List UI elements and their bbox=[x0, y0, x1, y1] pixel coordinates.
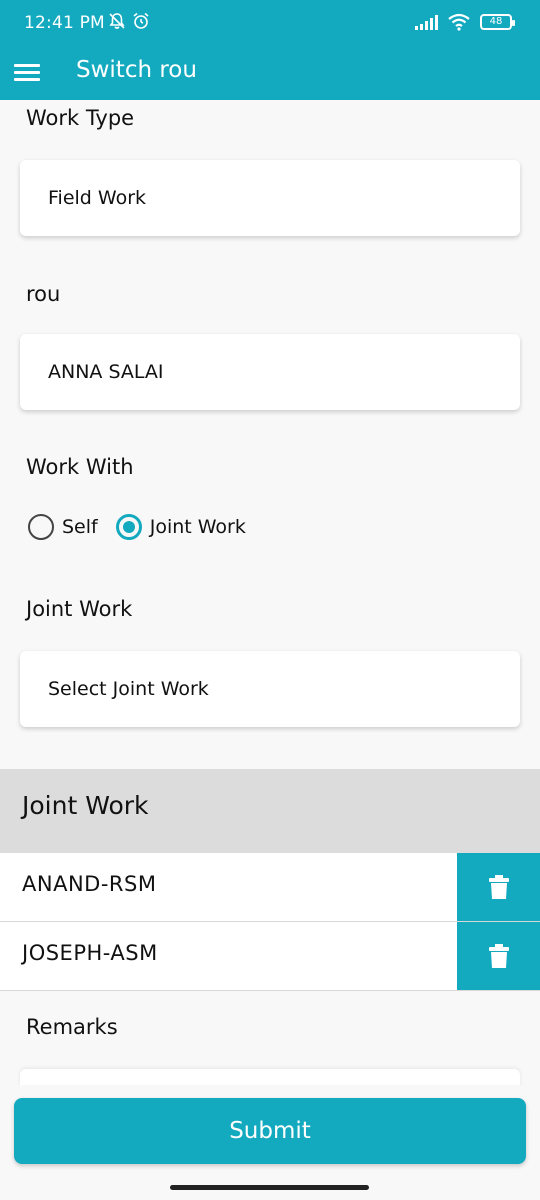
joint-work-name: ANAND-RSM bbox=[22, 872, 157, 896]
joint-work-radio[interactable] bbox=[115, 514, 142, 540]
page-title: Switch rou bbox=[76, 57, 197, 83]
remarks-label: Remarks bbox=[26, 1015, 118, 1039]
work-type-label: Work Type bbox=[26, 106, 135, 130]
trash-icon bbox=[488, 875, 509, 899]
rou-field[interactable]: ANNA SALAI bbox=[20, 334, 520, 410]
submit-button[interactable]: Submit bbox=[14, 1098, 526, 1164]
self-radio-label[interactable]: Self bbox=[62, 516, 98, 538]
status-left-icons bbox=[108, 12, 150, 35]
status-time: 12:41 PM bbox=[24, 13, 105, 33]
self-radio[interactable] bbox=[28, 514, 54, 540]
list-item: JOSEPH-ASM bbox=[0, 922, 540, 991]
wifi-icon bbox=[448, 13, 470, 31]
delete-button[interactable] bbox=[457, 853, 540, 921]
battery-icon: 48 bbox=[480, 14, 515, 30]
joint-work-select[interactable]: Select Joint Work bbox=[20, 651, 520, 727]
delete-button[interactable] bbox=[457, 922, 540, 990]
joint-work-radio-label[interactable]: Joint Work bbox=[150, 516, 246, 538]
bell-off-icon bbox=[108, 12, 126, 35]
work-with-label: Work With bbox=[26, 455, 134, 479]
list-item: ANAND-RSM bbox=[0, 853, 540, 922]
app-bar: Switch rou bbox=[0, 48, 540, 100]
rou-label: rou bbox=[26, 282, 61, 306]
joint-work-section-header: Joint Work bbox=[0, 769, 540, 853]
trash-icon bbox=[488, 944, 509, 968]
joint-work-label: Joint Work bbox=[26, 597, 133, 621]
signal-icon bbox=[415, 14, 438, 30]
form-content[interactable]: Work Type Field Work rou ANNA SALAI Work… bbox=[0, 100, 540, 1085]
status-right: 48 bbox=[415, 13, 515, 31]
section-title: Joint Work bbox=[22, 791, 149, 820]
status-bar: 12:41 PM 48 bbox=[0, 0, 540, 48]
menu-icon[interactable] bbox=[14, 64, 40, 84]
work-with-radio-group: Self Joint Work bbox=[28, 514, 256, 540]
alarm-icon bbox=[132, 12, 150, 35]
remarks-field[interactable] bbox=[20, 1069, 520, 1085]
joint-work-name: JOSEPH-ASM bbox=[22, 941, 158, 965]
work-type-field[interactable]: Field Work bbox=[20, 160, 520, 236]
gesture-nav-handle[interactable] bbox=[170, 1185, 369, 1190]
